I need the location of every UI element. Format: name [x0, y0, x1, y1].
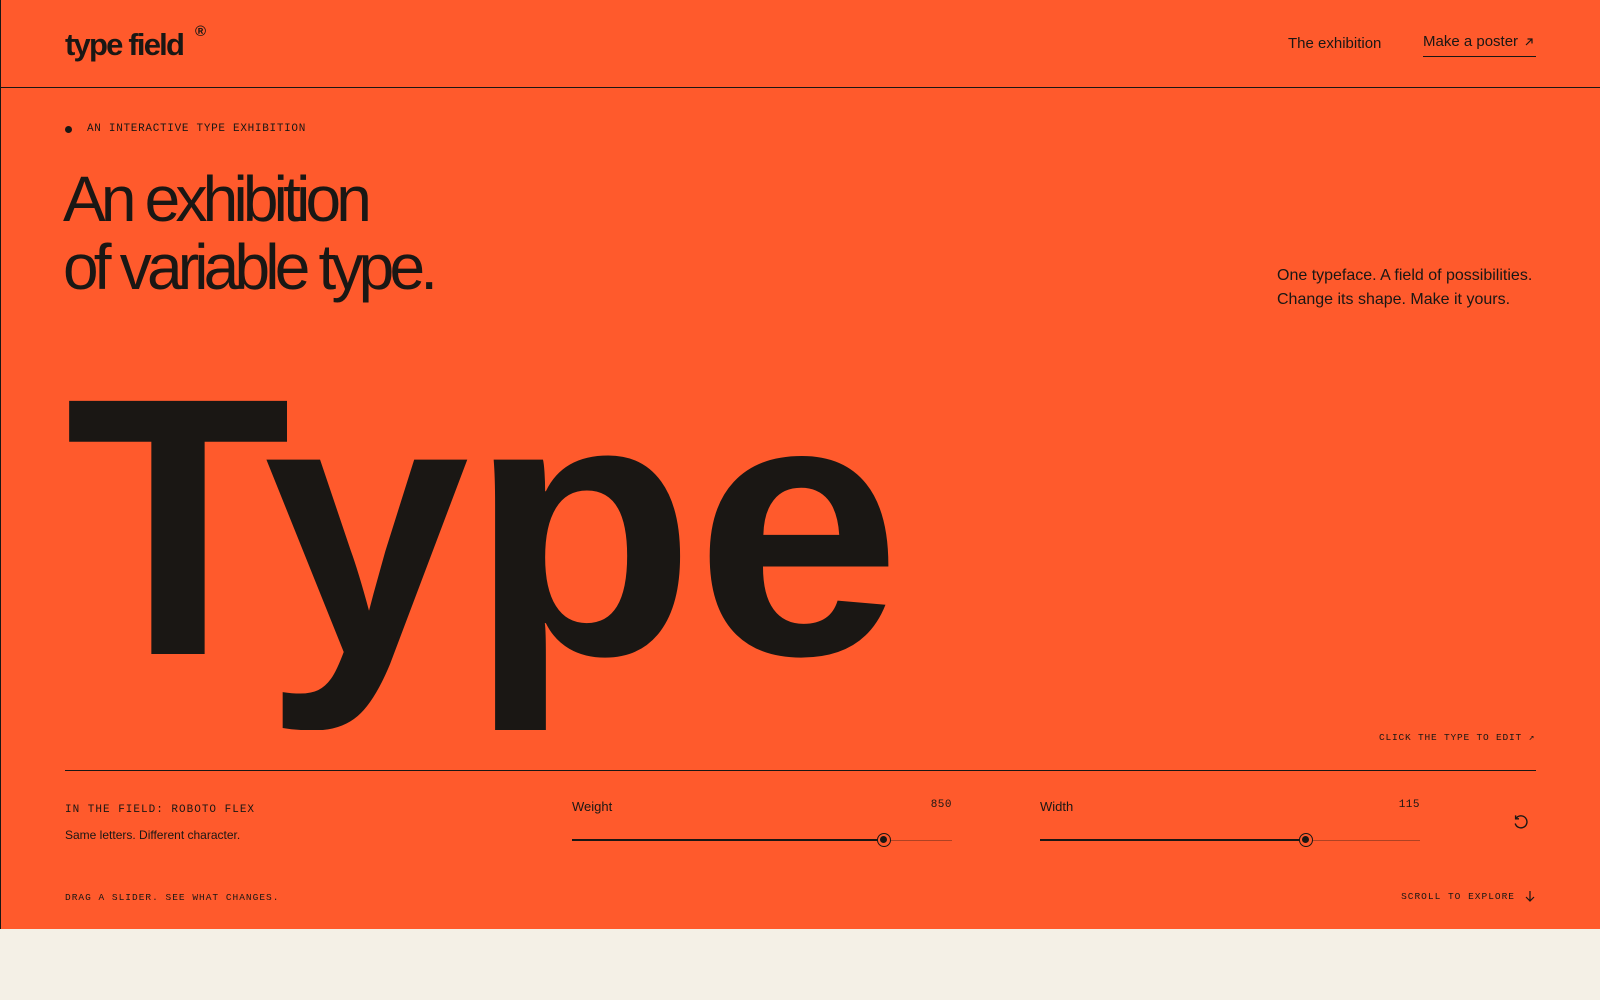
- bullet-dot-icon: [65, 125, 72, 133]
- weight-fill: [572, 839, 884, 841]
- width-thumb[interactable]: [1299, 833, 1313, 847]
- width-value: 115: [1398, 799, 1420, 811]
- reset-icon[interactable]: [1512, 813, 1530, 831]
- drag-hint: DRAG A SLIDER. SEE WHAT CHANGES.: [65, 892, 280, 903]
- registered-mark: ®: [195, 23, 207, 40]
- page-title: An exhibition of variable type.: [63, 163, 438, 303]
- arrow-up-right-icon: [1524, 33, 1534, 50]
- headline-line-2: of variable type.: [63, 231, 438, 303]
- nav-link-exhibition[interactable]: The exhibition: [1288, 35, 1381, 52]
- logo[interactable]: type field ®: [65, 23, 206, 63]
- arrow-down-icon: [1525, 891, 1535, 902]
- scroll-to-explore[interactable]: SCROLL TO EXPLORE: [1401, 890, 1535, 902]
- weight-slider[interactable]: Weight 850: [572, 799, 952, 847]
- click-hint: CLICK THE TYPE TO EDIT ↗: [1378, 732, 1535, 743]
- tagline-line-2: Change its shape. Make it yours.: [1277, 291, 1511, 308]
- specimen-type[interactable]: Type: [65, 395, 915, 730]
- field-subtitle: Same letters. Different character.: [65, 828, 241, 842]
- weight-value: 850: [930, 799, 952, 811]
- make-poster-label: Make a poster: [1423, 33, 1519, 50]
- weight-label: Weight: [572, 799, 613, 814]
- width-label: Width: [1040, 799, 1074, 814]
- weight-thumb[interactable]: [876, 833, 891, 847]
- make-poster-button[interactable]: Make a poster: [1423, 33, 1536, 57]
- hero-section: type field ® The exhibition Make a poste…: [0, 0, 1600, 929]
- scroll-hint-text: SCROLL TO EXPLORE: [1401, 890, 1515, 902]
- tagline: One typeface. A field of possibilities. …: [1277, 264, 1535, 312]
- logo-text: type field: [65, 27, 185, 62]
- width-fill: [1040, 839, 1306, 841]
- divider: [65, 770, 1536, 771]
- site-header: type field ® The exhibition Make a poste…: [1, 0, 1600, 88]
- headline-line-1: An exhibition: [63, 163, 372, 235]
- field-label: IN THE FIELD: ROBOTO FLEX: [65, 804, 256, 816]
- eyebrow-text: AN INTERACTIVE TYPE EXHIBITION: [87, 123, 307, 135]
- width-slider[interactable]: Width 115: [1040, 799, 1420, 847]
- tagline-line-1: One typeface. A field of possibilities.: [1277, 267, 1533, 284]
- eyebrow: AN INTERACTIVE TYPE EXHIBITION: [65, 123, 306, 135]
- specimen-word[interactable]: Type: [65, 395, 901, 730]
